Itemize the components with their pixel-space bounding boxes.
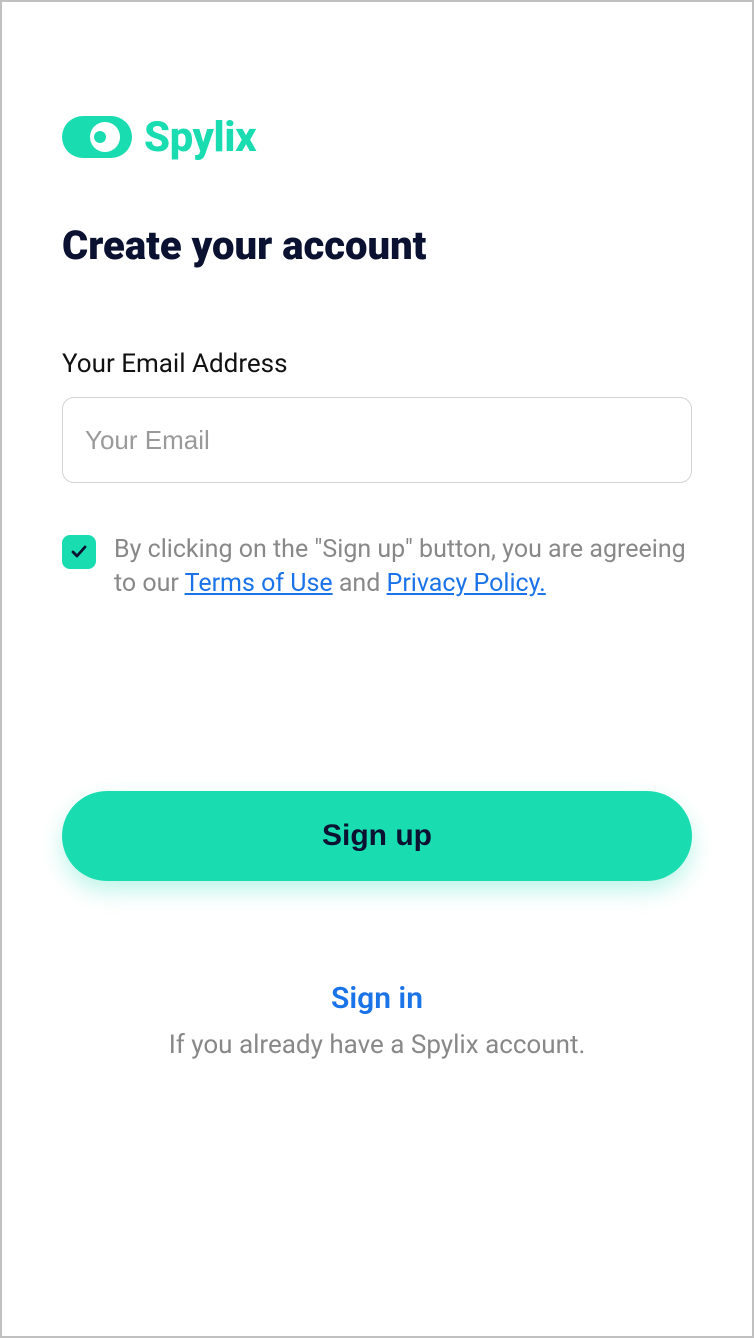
- consent-text: By clicking on the "Sign up" button, you…: [114, 533, 692, 601]
- terms-link[interactable]: Terms of Use: [185, 569, 333, 598]
- page-title: Create your account: [62, 222, 692, 269]
- signup-button[interactable]: Sign up: [62, 791, 692, 881]
- spylix-logo-icon: [62, 112, 132, 162]
- email-field-group: Your Email Address: [62, 349, 692, 483]
- email-input[interactable]: [62, 397, 692, 483]
- privacy-link[interactable]: Privacy Policy.: [387, 569, 546, 598]
- consent-checkbox[interactable]: [62, 535, 96, 569]
- brand-name: Spylix: [144, 113, 256, 162]
- signin-block: Sign in If you already have a Spylix acc…: [62, 981, 692, 1060]
- signin-link[interactable]: Sign in: [331, 981, 423, 1016]
- check-icon: [69, 542, 89, 562]
- email-label: Your Email Address: [62, 349, 692, 379]
- logo: Spylix: [62, 112, 692, 162]
- consent-row: By clicking on the "Sign up" button, you…: [62, 533, 692, 601]
- signin-subtext: If you already have a Spylix account.: [62, 1030, 692, 1060]
- consent-and: and: [339, 569, 387, 598]
